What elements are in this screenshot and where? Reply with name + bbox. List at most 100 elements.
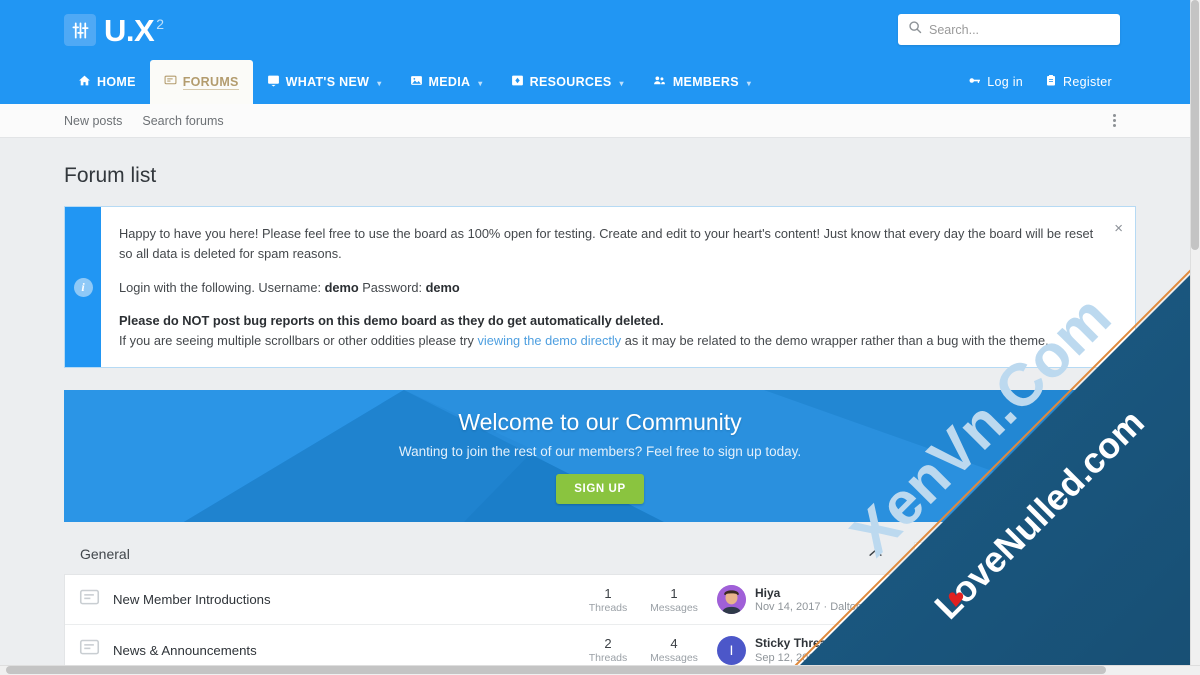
notice-warning: Please do NOT post bug reports on this d… xyxy=(119,313,664,329)
demo-direct-link[interactable]: viewing the demo directly xyxy=(478,333,622,348)
vertical-scrollbar-thumb[interactable] xyxy=(1191,0,1199,250)
forum-title[interactable]: New Member Introductions xyxy=(113,592,575,607)
last-post-text: Sticky Thread Sep 12, 2018 · Ian Hitt xyxy=(755,636,865,664)
message-count-value: 4 xyxy=(670,636,678,652)
sidebar: Members online No members online now. To… xyxy=(914,542,1136,675)
category-header: General xyxy=(64,542,898,574)
notice-login-mid: Password: xyxy=(358,279,426,295)
avatar-initial: I xyxy=(729,642,734,659)
horizontal-scrollbar-thumb[interactable] xyxy=(6,666,1106,674)
category-title: General xyxy=(80,546,130,563)
last-post-meta: Sep 12, 2018 · Ian Hitt xyxy=(755,651,866,664)
chevron-down-icon: ▾ xyxy=(619,78,624,88)
kebab-vertical-icon[interactable] xyxy=(1113,114,1116,127)
forum-icon xyxy=(164,74,177,90)
members-icon xyxy=(928,554,943,570)
notice-paragraph-1: Happy to have you here! Please feel free… xyxy=(119,226,1094,261)
nav-item-media[interactable]: MEDIA ▾ xyxy=(396,60,497,104)
notice-icon-column: i xyxy=(65,207,101,368)
nav-item-forums[interactable]: FORUMS xyxy=(149,60,253,104)
site-header: U.X2 HOME xyxy=(0,0,1200,104)
brand-superscript: 2 xyxy=(156,16,164,33)
message-count-label: Messages xyxy=(650,601,698,614)
message-count: 1 Messages xyxy=(641,586,707,614)
media-icon xyxy=(410,74,423,90)
key-icon xyxy=(968,74,981,90)
last-post: Hiya Nov 14, 2017 · Dalton Prock xyxy=(707,585,897,615)
forum-main-column: General New Member Introductions 1 Threa… xyxy=(64,542,898,675)
register-button[interactable]: Register xyxy=(1037,74,1120,90)
notice-username: demo xyxy=(324,279,359,295)
message-count-label: Messages xyxy=(650,652,698,665)
subnav-new-posts[interactable]: New posts xyxy=(64,114,122,128)
resources-icon xyxy=(511,74,524,90)
nav-label: WHAT'S NEW xyxy=(285,75,370,89)
main-nav: HOME FORUMS WHAT'S NEW ▾ MEDIA ▾ RESOURC… xyxy=(0,60,1200,104)
message-count-value: 1 xyxy=(670,585,678,601)
notice-scroll-prefix: If you are seeing multiple scrollbars or… xyxy=(119,333,478,349)
table-row[interactable]: New Member Introductions 1 Threads 1 Mes… xyxy=(65,575,897,626)
members-online-block: Members online No members online now. To… xyxy=(914,542,1136,655)
sub-navigation-bar: New posts Search forums xyxy=(0,104,1200,138)
thread-count-label: Threads xyxy=(588,601,628,614)
home-icon xyxy=(78,74,91,90)
nav-label: MEDIA xyxy=(428,75,471,89)
message-count: 4 Messages xyxy=(641,636,707,664)
forum-list-card: New Member Introductions 1 Threads 1 Mes… xyxy=(64,574,898,675)
chevron-down-icon: ▾ xyxy=(478,78,483,88)
notice-body: Happy to have you here! Please feel free… xyxy=(101,207,1135,367)
avatar[interactable]: I xyxy=(717,635,746,665)
sign-up-button[interactable]: SIGN UP xyxy=(556,473,644,504)
login-label: Log in xyxy=(987,75,1024,89)
members-online-title: Members online xyxy=(951,554,1044,570)
search-input[interactable] xyxy=(929,22,1110,37)
nav-item-members[interactable]: MEMBERS ▾ xyxy=(638,60,765,104)
info-icon: i xyxy=(73,277,93,297)
notice-password: demo xyxy=(425,279,460,295)
nav-label: MEMBERS xyxy=(672,75,739,89)
notice-login-prefix: Login with the following. Username: xyxy=(119,279,325,295)
subnav-search-forums[interactable]: Search forums xyxy=(142,114,223,128)
chevron-up-icon[interactable] xyxy=(869,548,882,560)
forum-title[interactable]: News & Announcements xyxy=(113,643,575,658)
brand-name: U.X 2 xyxy=(104,12,164,48)
members-online-header: Members online xyxy=(915,543,1135,583)
page-content: Forum list i Happy to have you here! Ple… xyxy=(0,138,1200,675)
notice-warning-block: Please do NOT post bug reports on this d… xyxy=(119,311,1101,351)
brand-text: U.X xyxy=(104,12,155,48)
nav-item-home[interactable]: HOME xyxy=(64,60,150,104)
nav-label: RESOURCES xyxy=(529,75,612,89)
nav-item-resources[interactable]: RESOURCES ▾ xyxy=(497,60,638,104)
nav-label: HOME xyxy=(97,75,136,89)
vertical-scrollbar[interactable] xyxy=(1190,0,1200,675)
avatar[interactable] xyxy=(717,585,746,615)
page-title: Forum list xyxy=(64,164,157,187)
search-box[interactable] xyxy=(898,14,1120,45)
forum-columns: General New Member Introductions 1 Threa… xyxy=(64,542,1136,675)
members-icon xyxy=(652,74,667,90)
forum-page: U.X2 HOME xyxy=(0,0,1200,675)
thread-count: 1 Threads xyxy=(575,586,641,614)
forum-bubble-icon xyxy=(79,587,113,613)
members-online-body: No members online now. xyxy=(928,593,1064,608)
last-post-title[interactable]: Sticky Thread xyxy=(755,636,865,652)
thread-count: 2 Threads xyxy=(575,636,641,664)
welcome-banner: Welcome to our Community Wanting to join… xyxy=(64,390,1136,523)
site-logo[interactable]: U.X 2 xyxy=(64,12,164,48)
register-label: Register xyxy=(1063,75,1112,89)
last-post-title[interactable]: Hiya xyxy=(755,586,893,602)
search-icon xyxy=(908,20,922,39)
nav-right-group: Log in Register xyxy=(960,60,1120,104)
welcome-subtitle: Wanting to join the rest of our members?… xyxy=(398,443,802,459)
chevron-down-icon: ▾ xyxy=(377,78,382,88)
thread-count-value: 2 xyxy=(604,636,612,652)
whatsnew-icon xyxy=(267,74,280,90)
members-online-total: Total: 2 (members: 0, guests: 2) xyxy=(915,618,1135,654)
notice-login-line: Login with the following. Username: demo… xyxy=(119,278,1101,298)
nav-item-whats-new[interactable]: WHAT'S NEW ▾ xyxy=(253,60,396,104)
thread-count-value: 1 xyxy=(604,585,612,601)
sliders-icon xyxy=(64,14,96,46)
horizontal-scrollbar[interactable] xyxy=(0,665,1200,675)
login-button[interactable]: Log in xyxy=(960,74,1031,90)
close-icon[interactable]: × xyxy=(1114,221,1123,236)
